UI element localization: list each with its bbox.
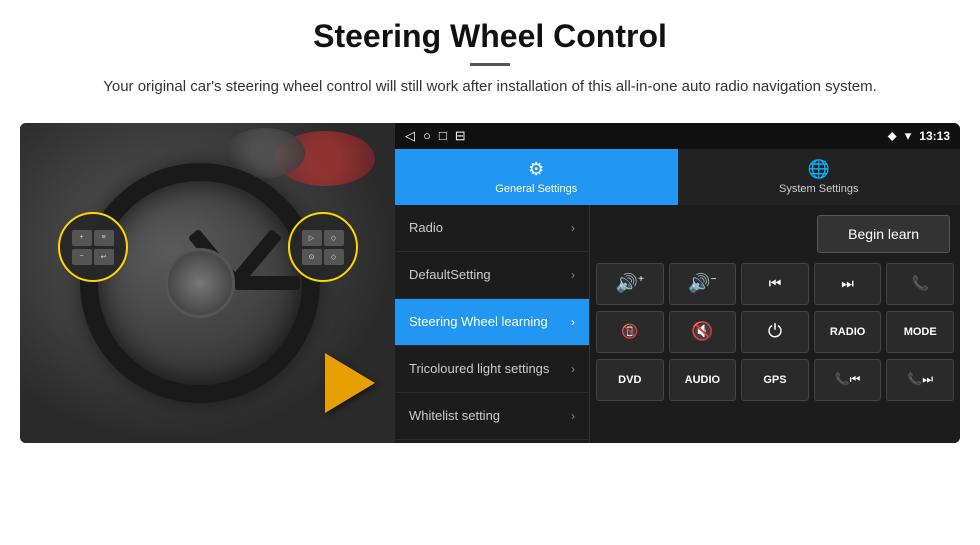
radio-label: RADIO: [830, 326, 865, 338]
phone-end-icon: 📵: [621, 323, 638, 340]
vol-up-btn: +: [72, 230, 92, 246]
controls-row-2: 📵 🔇 ⏻ RADIO MODE: [596, 311, 954, 353]
page-container: Steering Wheel Control Your original car…: [0, 0, 980, 443]
menu-item-default[interactable]: DefaultSetting ›: [395, 252, 589, 299]
arrow-indicator: [325, 353, 375, 413]
left-controls-highlight: + ≡ − ↩: [58, 212, 128, 282]
page-title: Steering Wheel Control: [60, 18, 920, 55]
controls-row-1: 🔊+ 🔊− ⏮ ⏭ 📞: [596, 263, 954, 305]
tab-general-settings[interactable]: ⚙ General Settings: [395, 149, 678, 205]
phone-btn: ↩: [94, 249, 114, 265]
wifi-icon: ▾: [905, 128, 912, 144]
mode-btn: ≡: [94, 230, 114, 246]
steering-wheel-image: + ≡ − ↩ ▷ ◇ ⊙ ◇: [20, 123, 395, 443]
menu-steering-arrow: ›: [571, 315, 575, 329]
source-btn: ⊙: [302, 249, 322, 265]
power-cell[interactable]: ⏻: [741, 311, 809, 353]
menu-steering-label: Steering Wheel learning: [409, 314, 548, 329]
up-btn: ◇: [324, 230, 344, 246]
menu-radio-label: Radio: [409, 220, 443, 235]
header-subtitle: Your original car's steering wheel contr…: [100, 76, 880, 99]
controls-row-3: DVD AUDIO GPS 📞⏮ 📞⏭: [596, 359, 954, 401]
back-icon: ◁: [405, 128, 415, 144]
settings-tabs: ⚙ General Settings 🌐 System Settings: [395, 149, 960, 205]
phone-prev-icon: 📞⏮: [835, 372, 861, 387]
menu-light-arrow: ›: [571, 362, 575, 376]
phone-end-cell[interactable]: 📵: [596, 311, 664, 353]
menu-default-label: DefaultSetting: [409, 267, 491, 282]
radio-cell[interactable]: RADIO: [814, 311, 882, 353]
location-icon: ⬥: [888, 128, 897, 144]
right-btn: ◇: [324, 249, 344, 265]
mode-label: MODE: [904, 326, 937, 338]
gps-label: GPS: [763, 374, 786, 386]
menu-default-arrow: ›: [571, 268, 575, 282]
head-unit-panel: ◁ ○ □ ⊟ ⬥ ▾ 13:13 ⚙ General Settings: [395, 123, 960, 443]
clock: 13:13: [919, 129, 950, 143]
settings-body: Radio › DefaultSetting › Steering Wheel …: [395, 205, 960, 443]
recents-icon: □: [439, 128, 447, 143]
tab-general-label: General Settings: [495, 183, 577, 195]
right-controls-highlight: ▷ ◇ ⊙ ◇: [288, 212, 358, 282]
vol-down-cell[interactable]: 🔊−: [669, 263, 737, 305]
gps-cell[interactable]: GPS: [741, 359, 809, 401]
gear-icon: ⚙: [528, 159, 544, 180]
vol-down-btn: −: [72, 249, 92, 265]
header-divider: [470, 63, 510, 66]
menu-radio-arrow: ›: [571, 221, 575, 235]
phone-call-icon: 📞: [911, 275, 928, 292]
page-header: Steering Wheel Control Your original car…: [0, 0, 980, 109]
power-icon: ⏻: [768, 321, 782, 342]
audio-cell[interactable]: AUDIO: [669, 359, 737, 401]
menu-light-label: Tricoloured light settings: [409, 361, 549, 376]
prev-track-cell[interactable]: ⏮: [741, 263, 809, 305]
tab-system-label: System Settings: [779, 183, 858, 195]
vol-up-cell[interactable]: 🔊+: [596, 263, 664, 305]
menu-item-radio[interactable]: Radio ›: [395, 205, 589, 252]
status-right-icons: ⬥ ▾ 13:13: [888, 128, 950, 144]
phone-next-icon: 📞⏭: [907, 372, 933, 387]
status-bar: ◁ ○ □ ⊟ ⬥ ▾ 13:13: [395, 123, 960, 149]
phone-next-cell[interactable]: 📞⏭: [886, 359, 954, 401]
phone-prev-cell[interactable]: 📞⏮: [814, 359, 882, 401]
begin-learn-row: Begin learn: [596, 211, 954, 257]
menu-item-whitelist[interactable]: Whitelist setting ›: [395, 393, 589, 440]
steering-wheel: [80, 163, 320, 403]
next-btn: ▷: [302, 230, 322, 246]
menu-item-light[interactable]: Tricoloured light settings ›: [395, 346, 589, 393]
left-menu: Radio › DefaultSetting › Steering Wheel …: [395, 205, 590, 443]
tab-system-settings[interactable]: 🌐 System Settings: [678, 149, 961, 205]
globe-icon: 🌐: [808, 159, 830, 180]
vol-up-icon: 🔊+: [616, 273, 644, 294]
begin-learn-button[interactable]: Begin learn: [817, 215, 950, 253]
menu-whitelist-arrow: ›: [571, 409, 575, 423]
nav-icons: ◁ ○ □ ⊟: [405, 128, 466, 144]
mute-cell[interactable]: 🔇: [669, 311, 737, 353]
vol-down-icon: 🔊−: [688, 273, 716, 294]
phone-call-cell[interactable]: 📞: [886, 263, 954, 305]
right-panel: Begin learn 🔊+ 🔊− ⏮: [590, 205, 960, 443]
next-track-cell[interactable]: ⏭: [814, 263, 882, 305]
menu-icon: ⊟: [455, 128, 466, 144]
home-icon: ○: [423, 128, 431, 143]
prev-track-icon: ⏮: [769, 275, 782, 292]
dvd-cell[interactable]: DVD: [596, 359, 664, 401]
menu-whitelist-label: Whitelist setting: [409, 408, 500, 423]
next-track-icon: ⏭: [841, 275, 854, 292]
audio-label: AUDIO: [685, 374, 720, 386]
main-content: + ≡ − ↩ ▷ ◇ ⊙ ◇: [20, 123, 960, 443]
menu-item-steering[interactable]: Steering Wheel learning ›: [395, 299, 589, 346]
mute-icon: 🔇: [691, 321, 713, 342]
dvd-label: DVD: [618, 374, 641, 386]
mode-cell[interactable]: MODE: [886, 311, 954, 353]
